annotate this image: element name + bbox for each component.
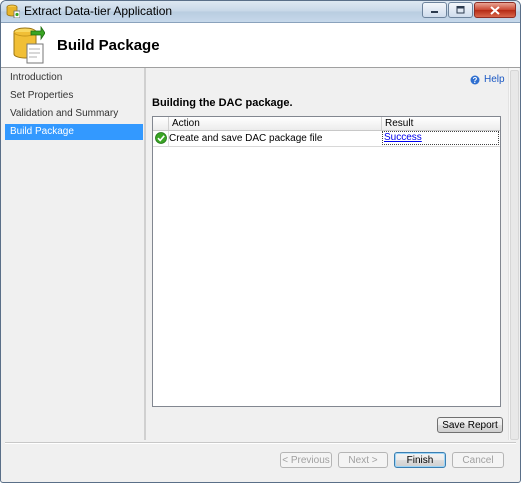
footer-divider bbox=[5, 442, 516, 444]
success-check-icon bbox=[155, 132, 167, 144]
window-controls bbox=[421, 2, 516, 19]
maximize-icon bbox=[456, 6, 465, 14]
title-bar[interactable]: Extract Data-tier Application bbox=[1, 1, 520, 23]
grid-header: Action Result bbox=[153, 117, 500, 131]
save-report-button[interactable]: Save Report bbox=[437, 417, 503, 433]
previous-button[interactable]: < Previous bbox=[280, 452, 332, 468]
minimize-icon bbox=[431, 11, 438, 13]
help-icon: ? bbox=[470, 75, 480, 85]
help-label: Help bbox=[484, 74, 505, 85]
column-header-result[interactable]: Result bbox=[385, 117, 413, 130]
row-action: Create and save DAC package file bbox=[169, 133, 323, 144]
database-package-icon bbox=[13, 26, 45, 64]
results-grid: Action Result Create and save DAC packag… bbox=[152, 116, 501, 407]
sidebar-item-set-properties[interactable]: Set Properties bbox=[5, 88, 143, 104]
svg-text:?: ? bbox=[473, 76, 478, 85]
wizard-window: Extract Data-tier Application Build Pack… bbox=[0, 0, 521, 483]
finish-button[interactable]: Finish bbox=[394, 452, 446, 468]
help-link[interactable]: ? Help bbox=[470, 74, 505, 85]
sidebar-item-build-package[interactable]: Build Package bbox=[5, 124, 143, 140]
maximize-button[interactable] bbox=[448, 2, 473, 18]
window-title: Extract Data-tier Application bbox=[24, 4, 173, 18]
next-button[interactable]: Next > bbox=[338, 452, 388, 468]
scrollbar-thumb[interactable] bbox=[510, 70, 519, 440]
sidebar-item-validation-and-summary[interactable]: Validation and Summary bbox=[5, 106, 143, 122]
column-divider bbox=[381, 117, 382, 130]
row-result-link[interactable]: Success bbox=[382, 131, 499, 145]
vertical-scrollbar[interactable] bbox=[508, 68, 519, 440]
wizard-sidebar: Introduction Set Properties Validation a… bbox=[5, 68, 143, 440]
cancel-button[interactable]: Cancel bbox=[452, 452, 504, 468]
database-app-icon bbox=[6, 4, 20, 18]
page-header: Build Package bbox=[1, 23, 520, 68]
sidebar-item-introduction[interactable]: Introduction bbox=[5, 70, 143, 86]
column-divider bbox=[168, 117, 169, 130]
close-button[interactable] bbox=[474, 2, 516, 18]
table-row[interactable]: Create and save DAC package file Success bbox=[153, 131, 500, 147]
section-title: Building the DAC package. bbox=[152, 97, 293, 109]
column-header-action[interactable]: Action bbox=[172, 117, 200, 130]
minimize-button[interactable] bbox=[422, 2, 447, 18]
close-icon bbox=[490, 5, 500, 15]
page-title: Build Package bbox=[57, 37, 160, 54]
